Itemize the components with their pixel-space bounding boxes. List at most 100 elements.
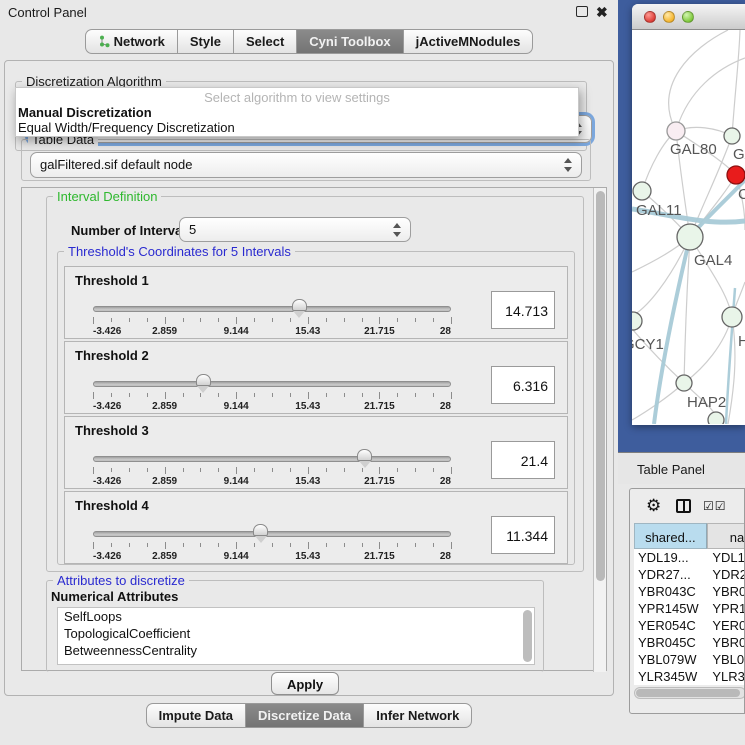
cell[interactable]: YBL079W <box>634 651 707 668</box>
tick-label: 15.43 <box>295 326 320 337</box>
bottom-tab-bar: Impute Data Discretize Data Infer Networ… <box>0 703 618 728</box>
tab-impute-data[interactable]: Impute Data <box>146 703 245 728</box>
tab-select[interactable]: Select <box>233 29 296 54</box>
mac-minimize-icon[interactable] <box>663 11 675 23</box>
apply-button[interactable]: Apply <box>271 672 339 695</box>
threshold-1-slider[interactable]: -3.426 2.859 9.144 15.43 21.715 28 <box>93 303 451 333</box>
slider-track[interactable] <box>93 381 451 387</box>
cell[interactable]: YBR0 <box>707 634 745 651</box>
tab-network[interactable]: Network <box>85 29 177 54</box>
slider-thumb[interactable] <box>196 374 211 386</box>
column-header-shared[interactable]: shared... <box>634 523 707 549</box>
float-window-icon[interactable] <box>576 6 588 17</box>
list-item[interactable]: SelfLoops <box>58 608 534 625</box>
cell[interactable]: YDR2 <box>707 566 745 583</box>
threshold-2-slider[interactable]: -3.426 2.859 9.144 15.43 21.715 28 <box>93 378 451 408</box>
tick-label: 28 <box>440 326 451 337</box>
cell[interactable]: YBR0 <box>707 583 745 600</box>
dropdown-hint-item[interactable]: Select algorithm to view settings <box>16 88 578 104</box>
table-data-select[interactable]: galFiltered.sif default node <box>30 152 582 178</box>
tab-infer-network[interactable]: Infer Network <box>363 703 472 728</box>
list-item[interactable]: BetweennessCentrality <box>58 642 534 659</box>
threshold-label: Threshold 1 <box>75 273 149 288</box>
threshold-3-slider[interactable]: -3.426 2.859 9.144 15.43 21.715 28 <box>93 453 451 483</box>
cell[interactable]: YBL0 <box>707 651 745 668</box>
cell[interactable]: YDR27... <box>634 566 707 583</box>
table-row[interactable]: YDL19...YDL1 <box>634 549 745 566</box>
slider-ticks <box>93 392 451 400</box>
table-row[interactable]: YBR045CYBR0 <box>634 634 745 651</box>
column-header-name[interactable]: na <box>707 523 745 549</box>
network-view-window[interactable]: GAL80 GA C GAL11 GAL4 GCY1 H HAP2 <box>632 4 745 425</box>
slider-tick-labels: -3.426 2.859 9.144 15.43 21.715 28 <box>93 551 451 561</box>
tick-label: 28 <box>440 476 451 487</box>
network-window-titlebar[interactable] <box>632 4 745 30</box>
table-row[interactable]: YBL079WYBL0 <box>634 651 745 668</box>
threshold-3-value[interactable]: 21.4 <box>491 441 555 479</box>
horizontal-scrollbar[interactable] <box>634 687 745 699</box>
cell[interactable]: YLR3 <box>707 668 745 685</box>
list-scrollbar[interactable] <box>523 610 532 662</box>
tick-label: 28 <box>440 401 451 412</box>
table-panel: ⚙ ☑☑ shared... na YDL19...YDL1 YDR27...Y… <box>629 488 745 714</box>
numerical-attributes-list[interactable]: SelfLoops TopologicalCoefficient Between… <box>57 607 535 665</box>
close-icon[interactable]: ✖ <box>596 4 608 21</box>
table-row[interactable]: YER054CYER0 <box>634 617 745 634</box>
cell[interactable]: YBR043C <box>634 583 707 600</box>
tab-jactivemnodules[interactable]: jActiveMNodules <box>403 29 534 54</box>
table-header-row: shared... na <box>634 523 745 549</box>
number-of-intervals-label: Number of Intervals <box>71 223 193 238</box>
cell[interactable]: YLR345W <box>634 668 707 685</box>
tab-style[interactable]: Style <box>177 29 233 54</box>
table-row[interactable]: YLR345WYLR3 <box>634 668 745 685</box>
cell[interactable]: YER054C <box>634 617 707 634</box>
cell[interactable]: YDL19... <box>634 549 707 566</box>
cell[interactable]: YBR045C <box>634 634 707 651</box>
number-of-intervals-select[interactable]: 5 <box>179 217 411 242</box>
slider-track[interactable] <box>93 531 451 537</box>
threshold-4-value[interactable]: 11.344 <box>491 516 555 554</box>
node-label-c-cut: C <box>738 186 745 203</box>
table-toolbar: ⚙ ☑☑ <box>630 489 745 523</box>
mac-zoom-icon[interactable] <box>682 11 694 23</box>
threshold-4-panel: Threshold 4 -3.426 2.859 9.144 15.43 <box>64 491 568 564</box>
mac-close-icon[interactable] <box>644 11 656 23</box>
threshold-2-value[interactable]: 6.316 <box>491 366 555 404</box>
split-columns-icon[interactable] <box>676 499 691 513</box>
list-item[interactable]: TopologicalCoefficient <box>58 625 534 642</box>
network-canvas[interactable]: GAL80 GA C GAL11 GAL4 GCY1 H HAP2 <box>632 30 745 424</box>
vertical-scrollbar[interactable] <box>593 188 606 672</box>
node-pink <box>667 122 685 140</box>
tick-label: 28 <box>440 551 451 562</box>
dropdown-item-equal-width[interactable]: Equal Width/Frequency Discretization <box>16 119 578 134</box>
slider-thumb[interactable] <box>292 299 307 311</box>
slider-track[interactable] <box>93 306 451 312</box>
tab-cyni-toolbox[interactable]: Cyni Toolbox <box>296 29 402 54</box>
tab-discretize-data[interactable]: Discretize Data <box>245 703 363 728</box>
dropdown-item-manual-discretization[interactable]: Manual Discretization <box>16 104 578 119</box>
slider-track[interactable] <box>93 456 451 462</box>
table-row[interactable]: YPR145WYPR1 <box>634 600 745 617</box>
tab-label: Select <box>246 34 284 49</box>
node-label-gal4: GAL4 <box>694 252 732 269</box>
cell[interactable]: YPR145W <box>634 600 707 617</box>
slider-thumb[interactable] <box>357 449 372 461</box>
cell[interactable]: YER0 <box>707 617 745 634</box>
threshold-4-slider[interactable]: -3.426 2.859 9.144 15.43 21.715 28 <box>93 528 451 558</box>
table-row[interactable]: YBR043CYBR0 <box>634 583 745 600</box>
table-panel-header: Table Panel <box>618 452 745 484</box>
threshold-1-value[interactable]: 14.713 <box>491 291 555 329</box>
checkbox-icons[interactable]: ☑☑ <box>703 499 727 513</box>
gear-icon[interactable]: ⚙ <box>646 496 661 516</box>
scrollbar-thumb[interactable] <box>636 689 740 697</box>
cell[interactable]: YDL1 <box>707 549 745 566</box>
tick-label: 9.144 <box>224 476 249 487</box>
table-row[interactable]: YDR27...YDR2 <box>634 566 745 583</box>
tick-label: 21.715 <box>364 401 395 412</box>
tab-label: Impute Data <box>159 708 233 723</box>
scrollbar-thumb[interactable] <box>596 191 605 581</box>
cell[interactable]: YPR1 <box>707 600 745 617</box>
tick-label: -3.426 <box>93 476 121 487</box>
slider-thumb[interactable] <box>253 524 268 536</box>
table-data-group: Table Data galFiltered.sif default node <box>21 139 591 181</box>
